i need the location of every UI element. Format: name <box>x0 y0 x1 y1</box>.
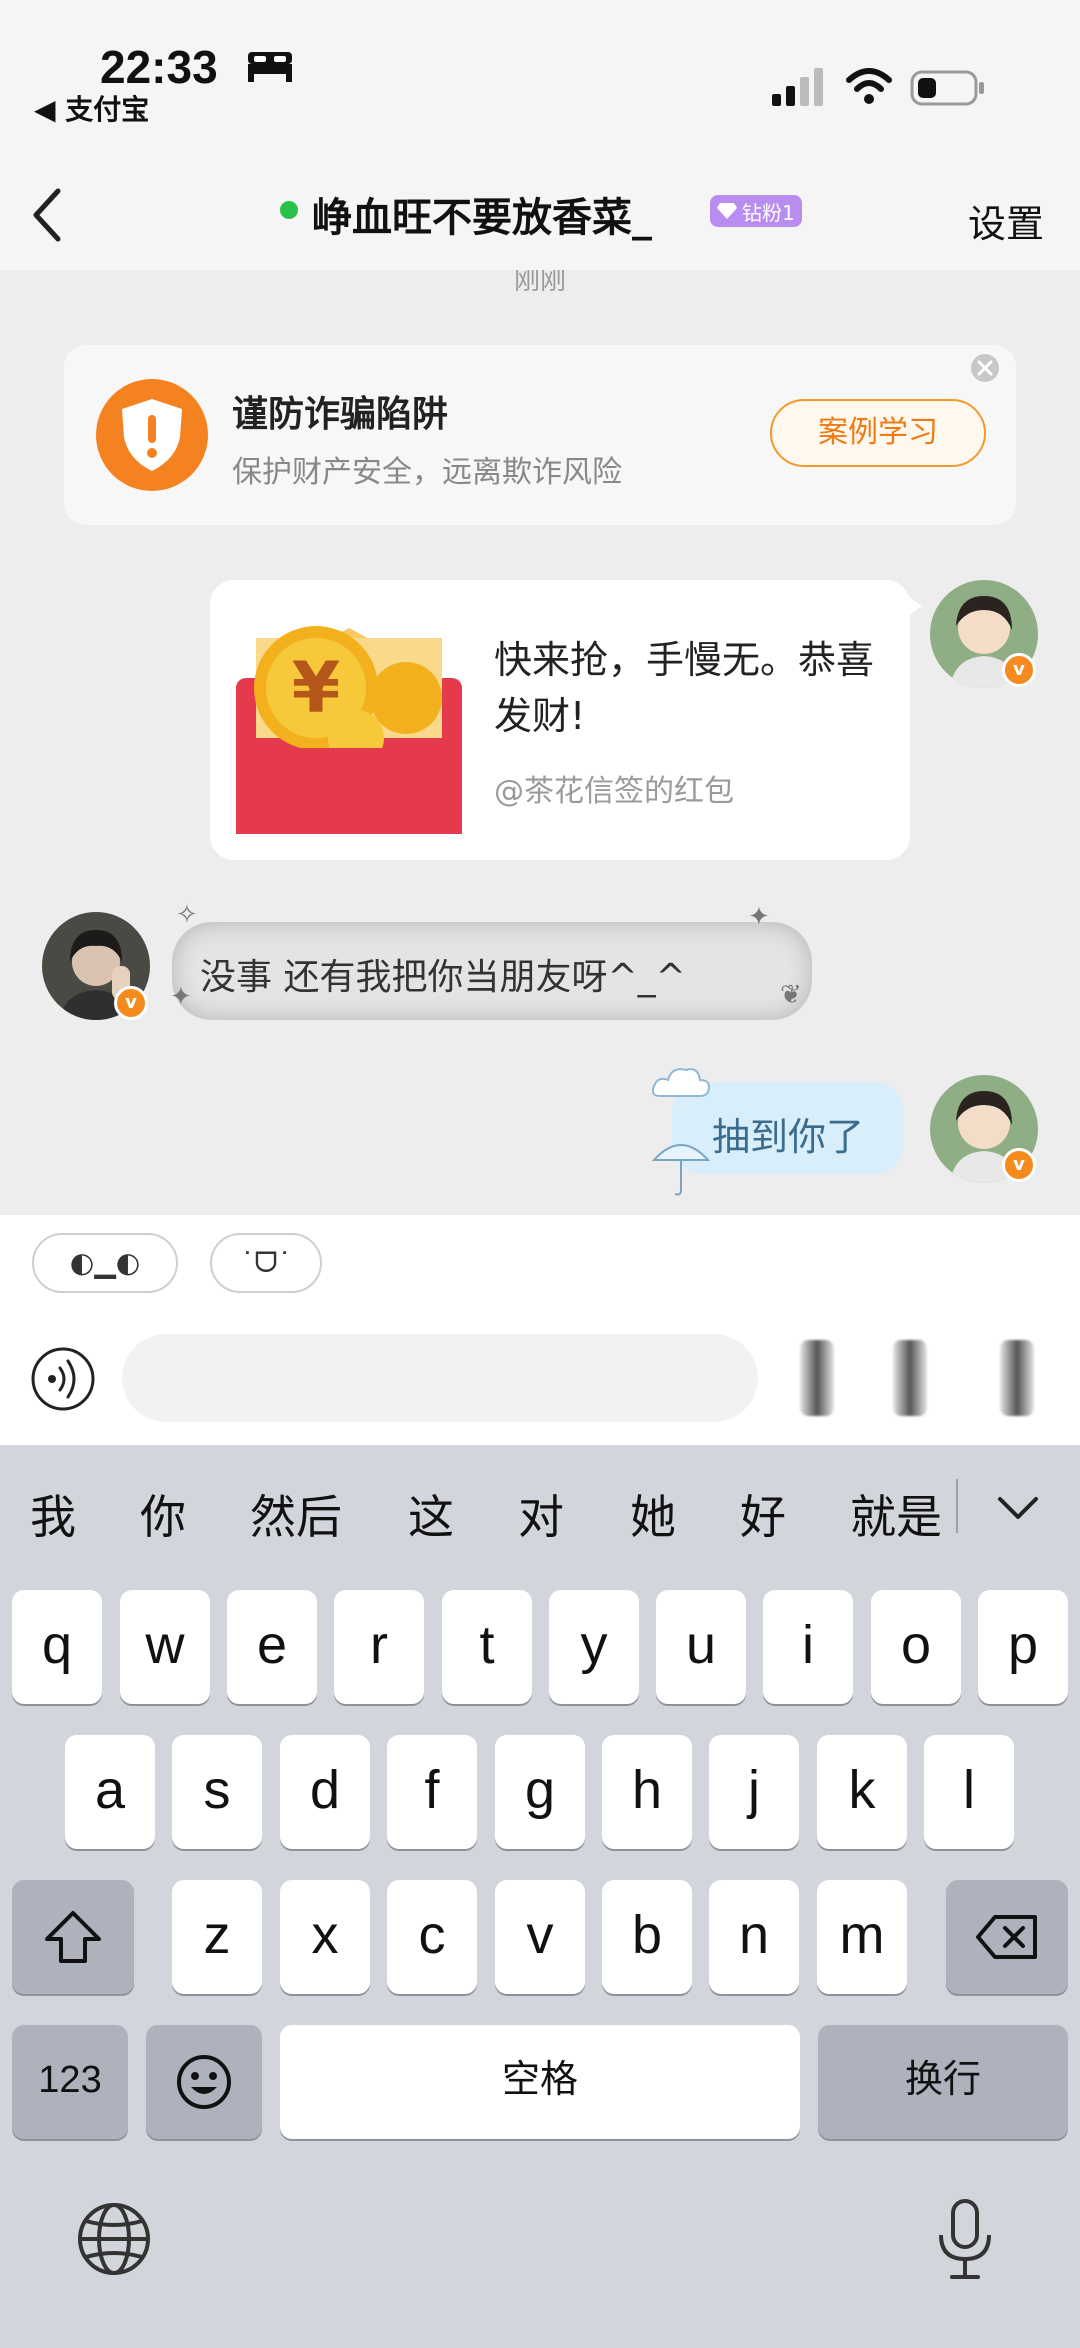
my-message-text: 抽到你了 <box>712 1115 865 1159</box>
emoticon-suggestions: ◐▁◐ ˙ᗜ˙ <box>0 1215 1080 1310</box>
wifi-icon <box>846 68 892 104</box>
key-y[interactable]: y <box>549 1590 639 1704</box>
message-timestamp: 刚刚 <box>513 270 566 296</box>
key-h[interactable]: h <box>602 1735 692 1849</box>
shield-badge <box>96 379 208 491</box>
umbrella-icon <box>651 1144 711 1196</box>
key-v[interactable]: v <box>495 1880 585 1994</box>
back-arrow-icon[interactable] <box>28 185 68 245</box>
red-packet-greeting: 快来抢，手慢无。恭喜发财! <box>494 638 875 738</box>
candidate-word[interactable]: 这 <box>408 1481 454 1547</box>
candidate-bar: 我 你 然后 这 对 她 好 就是 <box>0 1445 1080 1545</box>
emoticon-chip[interactable]: ◐▁◐ <box>32 1233 178 1293</box>
key-s[interactable]: s <box>172 1735 262 1849</box>
voice-input-icon[interactable] <box>30 1346 96 1412</box>
candidate-word[interactable]: 然后 <box>250 1481 342 1547</box>
key-l[interactable]: l <box>924 1735 1014 1849</box>
emoticon-chip[interactable]: ˙ᗜ˙ <box>210 1233 322 1293</box>
butterfly-icon: ❦ <box>780 980 802 1010</box>
back-to-alipay-link[interactable]: ◀ 支付宝 <box>34 88 149 128</box>
key-m[interactable]: m <box>817 1880 907 1994</box>
chat-title[interactable]: 峥血旺不要放香菜_ <box>312 185 652 243</box>
online-status-dot <box>280 201 298 219</box>
emoji-button[interactable] <box>800 1340 834 1416</box>
verified-badge-icon: v <box>1002 653 1036 687</box>
backspace-icon <box>976 1915 1037 1959</box>
cloud-icon <box>651 1068 710 1097</box>
key-j[interactable]: j <box>709 1735 799 1849</box>
verified-badge-icon: v <box>1002 1148 1036 1182</box>
numbers-key[interactable]: 123 <box>12 2025 128 2139</box>
warning-description: 保护财产安全，远离欺诈风险 <box>232 455 622 490</box>
key-g[interactable]: g <box>495 1735 585 1849</box>
shift-arrow-icon <box>45 1911 101 1963</box>
key-a[interactable]: a <box>65 1735 155 1849</box>
warning-title: 谨防诈骗陷阱 <box>232 394 449 435</box>
red-envelope-icon: ¥ <box>236 626 462 834</box>
microphone-icon[interactable] <box>934 2197 996 2281</box>
red-packet-source: @茶花信签的红包 <box>494 774 734 809</box>
chat-header: 峥血旺不要放香菜_ 钻粉1 设置 <box>0 165 1080 270</box>
bed-icon <box>248 52 292 82</box>
key-i[interactable]: i <box>763 1590 853 1704</box>
key-k[interactable]: k <box>817 1735 907 1849</box>
key-f[interactable]: f <box>387 1735 477 1849</box>
key-e[interactable]: e <box>227 1590 317 1704</box>
key-o[interactable]: o <box>871 1590 961 1704</box>
diamond-icon <box>717 203 737 219</box>
emoji-key[interactable] <box>146 2025 262 2139</box>
key-p[interactable]: p <box>978 1590 1068 1704</box>
space-key[interactable]: 空格 <box>280 2025 800 2139</box>
candidate-word[interactable]: 你 <box>140 1481 186 1547</box>
candidate-word[interactable]: 对 <box>518 1481 564 1547</box>
send-button[interactable] <box>1000 1340 1034 1416</box>
close-icon[interactable] <box>970 353 1000 383</box>
return-key[interactable]: 换行 <box>818 2025 1068 2139</box>
status-bar: 22:33 ◀ 支付宝 <box>0 0 1080 165</box>
backspace-key[interactable] <box>946 1880 1068 1994</box>
cellular-signal-icon <box>772 68 823 106</box>
fraud-warning-card: 谨防诈骗陷阱 保护财产安全，远离欺诈风险 案例学习 <box>64 345 1016 525</box>
key-n[interactable]: n <box>709 1880 799 1994</box>
case-study-button[interactable]: 案例学习 <box>770 399 986 467</box>
verified-badge-icon: v <box>114 986 148 1020</box>
key-c[interactable]: c <box>387 1880 477 1994</box>
status-time: 22:33 <box>100 41 218 93</box>
key-q[interactable]: q <box>12 1590 102 1704</box>
key-b[interactable]: b <box>602 1880 692 1994</box>
globe-icon[interactable] <box>76 2201 152 2277</box>
candidate-word[interactable]: 我 <box>30 1481 76 1547</box>
candidate-word[interactable]: 好 <box>740 1481 786 1547</box>
message-input-bar <box>0 1310 1080 1445</box>
key-r[interactable]: r <box>334 1590 424 1704</box>
chat-messages[interactable]: 刚刚 谨防诈骗陷阱 保护财产安全，远离欺诈风险 案例学习 v ¥ 快来抢，手慢无… <box>0 270 1080 1215</box>
sparkle-icon: ✦ <box>748 902 770 932</box>
sparkle-icon: ✦ <box>170 982 192 1012</box>
friend-message-text: 没事 还有我把你当朋友呀^_^ <box>200 957 686 998</box>
candidate-word[interactable]: 就是 <box>850 1481 942 1547</box>
fan-badge-label: 钻粉1 <box>742 200 795 225</box>
keyboard: 我 你 然后 这 对 她 好 就是 q w e r t y u i o p a … <box>0 1445 1080 2348</box>
key-d[interactable]: d <box>280 1735 370 1849</box>
sparkle-icon: ✧ <box>176 900 198 930</box>
key-z[interactable]: z <box>172 1880 262 1994</box>
battery-icon <box>910 70 984 106</box>
more-button[interactable] <box>893 1340 927 1416</box>
friend-message-bubble[interactable]: 没事 还有我把你当朋友呀^_^ <box>172 922 812 1020</box>
svg-text:¥: ¥ <box>292 647 341 729</box>
key-w[interactable]: w <box>120 1590 210 1704</box>
candidate-word[interactable]: 她 <box>630 1481 676 1547</box>
key-x[interactable]: x <box>280 1880 370 1994</box>
shift-key[interactable] <box>12 1880 134 1994</box>
shield-warning-icon <box>122 399 182 471</box>
key-u[interactable]: u <box>656 1590 746 1704</box>
key-t[interactable]: t <box>442 1590 532 1704</box>
chevron-down-icon[interactable] <box>996 1493 1040 1523</box>
settings-button[interactable]: 设置 <box>968 193 1044 248</box>
smiley-icon <box>177 2055 231 2109</box>
fan-level-badge: 钻粉1 <box>710 195 802 227</box>
red-packet-message[interactable]: ¥ 快来抢，手慢无。恭喜发财! @茶花信签的红包 <box>210 580 922 860</box>
message-input[interactable] <box>122 1334 758 1422</box>
